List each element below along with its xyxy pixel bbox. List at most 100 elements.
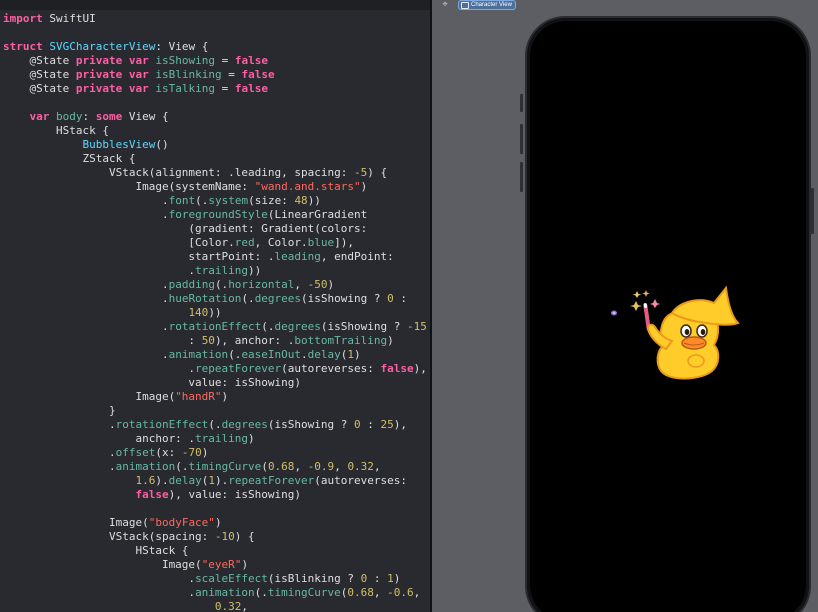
code-line[interactable]: .trailing)) (3, 264, 427, 278)
code-line[interactable] (3, 502, 427, 516)
code-token: : (360, 418, 381, 431)
code-token: degrees (221, 418, 268, 431)
code-token: , (334, 460, 348, 473)
code-token: ZStack { (3, 152, 136, 165)
code-line[interactable]: HStack { (3, 544, 427, 558)
code-token: -0.9 (307, 460, 335, 473)
code-line[interactable]: .repeatForever(autoreverses: false), (3, 362, 426, 376)
code-token: (isShowing ? (301, 292, 388, 305)
code-line[interactable]: } (3, 404, 427, 418)
code-token: ) (327, 278, 335, 291)
code-line[interactable]: .rotationEffect(.degrees(isShowing ? 0 :… (3, 418, 427, 432)
code-line[interactable]: .animation(.timingCurve(0.68, -0.9, 0.32… (3, 460, 427, 474)
code-line[interactable]: .animation(.timingCurve(0.68, -0.6, (3, 586, 427, 600)
code-line[interactable]: struct SVGCharacterView: View { (3, 40, 427, 54)
code-token: -50 (307, 278, 328, 291)
code-line[interactable]: : 50), anchor: .bottomTrailing) (3, 334, 427, 348)
code-token: timingCurve (188, 460, 262, 473)
code-token: font (168, 194, 196, 207)
code-token: bottomTrailing (294, 334, 388, 347)
code-line[interactable]: anchor: .trailing) (3, 432, 427, 446)
preview-canvas[interactable]: ⌖ Character View (432, 0, 818, 612)
code-line[interactable]: import SwiftUI (3, 12, 427, 26)
code-line[interactable]: .rotationEffect(.degrees(isShowing ? -15 (3, 320, 427, 334)
code-token: . (3, 572, 196, 585)
code-token: leading (274, 250, 321, 263)
code-token: : (393, 292, 408, 305)
code-line[interactable]: startPoint: .leading, endPoint: (3, 250, 427, 264)
code-token: ). (155, 474, 169, 487)
code-token: , endPoint: (320, 250, 394, 263)
code-line[interactable] (3, 96, 427, 110)
code-line[interactable]: Image("eyeR") (3, 558, 427, 572)
code-token: : (367, 572, 388, 585)
code-token: private (75, 68, 123, 81)
code-token: system (208, 194, 249, 207)
code-line[interactable]: .offset(x: -70) (3, 446, 427, 460)
code-token: struct (3, 40, 43, 53)
code-token: (. (254, 586, 268, 599)
code-token: (size: (248, 194, 295, 207)
code-line[interactable] (3, 26, 427, 40)
code-line[interactable]: .font(.system(size: 48)) (3, 194, 427, 208)
code-line[interactable]: [Color.red, Color.blue]), (3, 236, 427, 250)
code-token: -10 (214, 530, 235, 543)
code-token: degrees (274, 320, 321, 333)
code-token: )) (208, 306, 222, 319)
code-line[interactable]: .animation(.easeInOut.delay(1) (3, 348, 427, 362)
code-line[interactable]: VStack(spacing: -10) { (3, 530, 427, 544)
code-token: = (214, 54, 235, 67)
code-line[interactable]: Image("handR") (3, 390, 427, 404)
code-token: false (135, 488, 169, 501)
code-token: 0 (387, 292, 394, 305)
code-line[interactable]: @State private var isShowing = false (3, 54, 427, 68)
phone-screen (530, 21, 806, 612)
code-line[interactable]: .hueRotation(.degrees(isShowing ? 0 : (3, 292, 427, 306)
code-line[interactable]: var body: some View { (3, 110, 427, 124)
code-token: HStack { (3, 124, 109, 137)
code-token: -15 (407, 320, 427, 333)
code-token: value: isShowing) (3, 376, 302, 389)
code-token: ]), (334, 236, 355, 249)
code-line[interactable]: 140)) (3, 306, 427, 320)
code-token: = (221, 68, 242, 81)
code-token: trailing (195, 432, 249, 445)
preview-tab-character-view[interactable]: Character View (458, 0, 516, 10)
code-line[interactable]: Image("bodyFace") (3, 516, 427, 530)
code-line[interactable]: ZStack { (3, 152, 427, 166)
code-line[interactable]: .padding(.horizontal, -50) (3, 278, 427, 292)
code-line[interactable]: @State private var isTalking = false (3, 82, 427, 96)
code-editor[interactable]: import SwiftUI struct SVGCharacterView: … (0, 0, 430, 612)
code-line[interactable]: @State private var isBlinking = false (3, 68, 427, 82)
code-token: 1.6 (135, 474, 156, 487)
code-token: red (234, 236, 255, 249)
code-line[interactable]: VStack(alignment: .leading, spacing: -5)… (3, 166, 427, 180)
code-token: 0.32 (347, 460, 374, 473)
code-line[interactable]: (gradient: Gradient(colors: (3, 222, 427, 236)
code-token: Image(systemName: (3, 180, 255, 193)
code-line[interactable]: HStack { (3, 124, 427, 138)
code-line[interactable]: value: isShowing) (3, 376, 427, 390)
code-token: 25 (380, 418, 394, 431)
code-token: isShowing (155, 54, 215, 67)
code-line[interactable]: .scaleEffect(isBlinking ? 0 : 1) (3, 572, 427, 586)
code-line[interactable]: 0.32, (3, 600, 427, 612)
code-token: : View { (155, 40, 209, 53)
iphone-frame (525, 16, 811, 612)
code-line[interactable]: 1.6).delay(1).repeatForever(autoreverses… (3, 474, 427, 488)
phone-volume-up-button (520, 124, 523, 154)
code-line[interactable]: false), value: isShowing) (3, 488, 427, 502)
code-token: , (373, 586, 388, 599)
code-token: (autoreverses: (314, 474, 408, 487)
code-lines[interactable]: import SwiftUI struct SVGCharacterView: … (3, 12, 427, 612)
code-line[interactable]: Image(systemName: "wand.and.stars") (3, 180, 427, 194)
code-line[interactable]: BubblesView() (3, 138, 427, 152)
code-token: private (75, 54, 123, 67)
pin-icon[interactable]: ⌖ (439, 0, 451, 10)
code-line[interactable]: .foregroundStyle(LinearGradient (3, 208, 427, 222)
code-token: , (413, 586, 421, 599)
code-token: (. (195, 194, 209, 207)
code-token: . (3, 446, 116, 459)
